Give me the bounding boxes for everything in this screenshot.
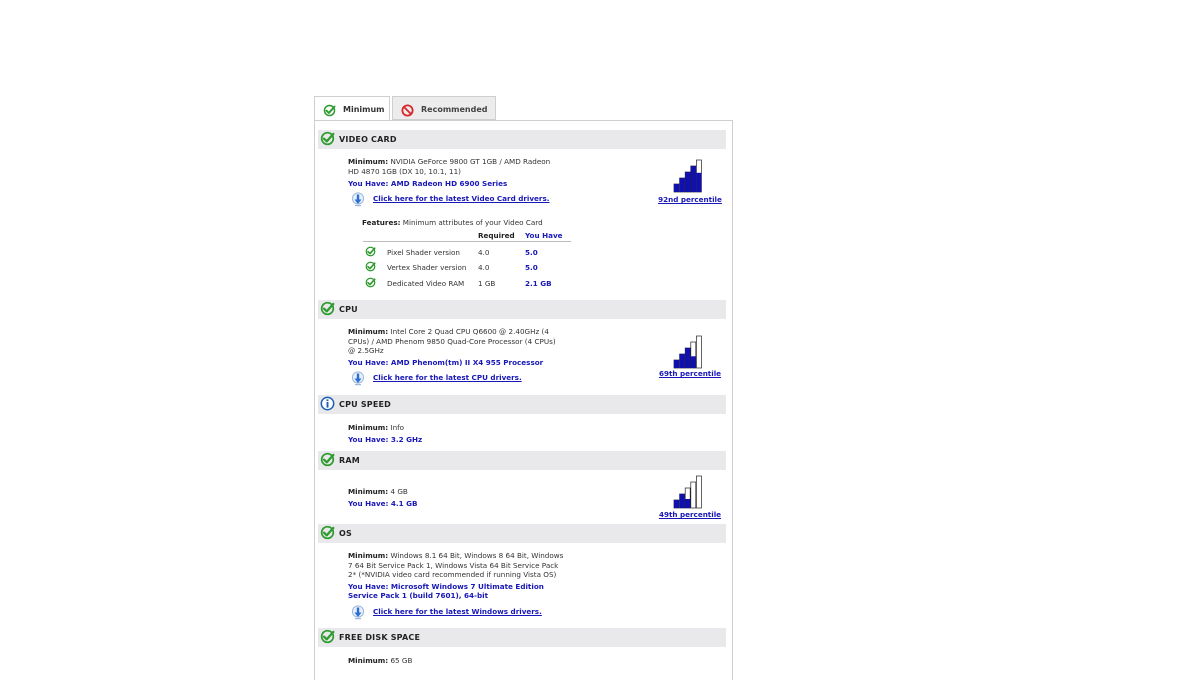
ram-you-have: You Have: 4.1 GB <box>348 499 418 508</box>
section-header-video-card: VIDEO CARD <box>318 130 726 149</box>
percentile-bar <box>679 494 685 508</box>
section-header-cpu: CPU <box>318 300 726 319</box>
percentile-chart-cpu <box>673 335 702 369</box>
os-minimum: Minimum: Windows 8.1 64 Bit, Windows 8 6… <box>348 551 564 560</box>
tab-recommended-label: Recommended <box>421 105 488 114</box>
percentile-bar <box>679 178 685 192</box>
os-driver-link[interactable]: Click here for the latest Windows driver… <box>373 607 542 616</box>
percentile-bar <box>685 348 691 368</box>
tab-recommended[interactable]: Recommended <box>392 96 496 120</box>
percentile-bar <box>696 172 702 192</box>
cpu-speed-minimum: Minimum: Info <box>348 423 405 432</box>
section-title: CPU SPEED <box>339 400 392 409</box>
percentile-bar-outline <box>696 335 702 369</box>
section-title: OS <box>339 529 352 538</box>
check-circle-icon <box>365 246 376 257</box>
video-card-percentile-link[interactable]: 92nd percentile <box>650 195 730 204</box>
features-caption: Features: Minimum attributes of your Vid… <box>362 218 543 227</box>
section-header-os: OS <box>318 524 726 543</box>
no-entry-icon <box>401 104 414 117</box>
table-row: Vertex Shader version 4.0 5.0 <box>363 260 573 274</box>
percentile-bar <box>674 360 679 368</box>
download-icon[interactable] <box>351 371 365 386</box>
cpu-you-have: You Have: AMD Phenom(tm) II X4 955 Proce… <box>348 358 544 367</box>
requirements-tabs: Minimum Recommended <box>314 96 734 120</box>
percentile-bar <box>685 499 691 508</box>
video-card-minimum: Minimum: NVIDIA GeForce 9800 GT 1GB / AM… <box>348 157 551 166</box>
cpu-minimum: Minimum: Intel Core 2 Quad CPU Q6600 @ 2… <box>348 327 549 336</box>
check-circle-icon <box>323 104 336 117</box>
table-row: Pixel Shader version 4.0 5.0 <box>363 245 573 259</box>
percentile-bar <box>679 354 685 368</box>
check-circle-icon <box>320 301 335 316</box>
cpu-driver-link[interactable]: Click here for the latest CPU drivers. <box>373 373 522 382</box>
check-circle-icon <box>320 525 335 540</box>
section-title: VIDEO CARD <box>339 135 397 144</box>
table-row: Dedicated Video RAM 1 GB 2.1 GB <box>363 276 573 290</box>
percentile-bar <box>685 172 691 192</box>
section-header-free-disk-space: FREE DISK SPACE <box>318 628 726 647</box>
check-circle-icon <box>365 261 376 272</box>
video-card-minimum-cont: HD 4870 1GB (DX 10, 10.1, 11) <box>348 167 461 176</box>
percentile-bar-outline <box>696 475 702 509</box>
download-icon[interactable] <box>351 192 365 207</box>
percentile-bar <box>690 166 696 192</box>
ram-minimum: Minimum: 4 GB <box>348 487 408 496</box>
disk-minimum: Minimum: 65 GB <box>348 656 413 665</box>
cpu-percentile-link[interactable]: 69th percentile <box>650 369 730 378</box>
check-circle-icon <box>320 452 335 467</box>
check-circle-icon <box>320 131 335 146</box>
table-divider <box>363 241 571 242</box>
video-card-you-have: You Have: AMD Radeon HD 6900 Series <box>348 179 508 188</box>
col-you-have: You Have <box>525 231 563 240</box>
section-header-cpu-speed: CPU SPEED <box>318 395 726 414</box>
percentile-bar-outline <box>690 481 697 509</box>
cpu-minimum-cont: @ 2.5GHz <box>348 346 384 355</box>
check-circle-icon <box>365 277 376 288</box>
video-card-driver-link[interactable]: Click here for the latest Video Card dri… <box>373 194 549 203</box>
percentile-bar <box>674 500 679 508</box>
section-title: CPU <box>339 305 358 314</box>
col-required: Required <box>478 231 515 240</box>
percentile-chart-video-card <box>673 159 702 193</box>
percentile-bar <box>690 356 696 368</box>
percentile-bar <box>674 184 679 192</box>
section-title: FREE DISK SPACE <box>339 633 421 642</box>
download-icon[interactable] <box>351 605 365 620</box>
os-you-have-cont: Service Pack 1 (build 7601), 64-bit <box>348 591 489 600</box>
info-icon <box>320 396 335 411</box>
percentile-chart-ram <box>673 475 702 509</box>
tab-minimum-label: Minimum <box>343 105 385 114</box>
cpu-speed-you-have: You Have: 3.2 GHz <box>348 435 423 444</box>
check-circle-icon <box>320 629 335 644</box>
section-header-ram: RAM <box>318 451 726 470</box>
tab-minimum[interactable]: Minimum <box>314 96 390 120</box>
ram-percentile-link[interactable]: 49th percentile <box>650 510 730 519</box>
os-minimum-cont: 2* (*NVIDIA video card recommended if ru… <box>348 570 557 579</box>
section-title: RAM <box>339 456 360 465</box>
